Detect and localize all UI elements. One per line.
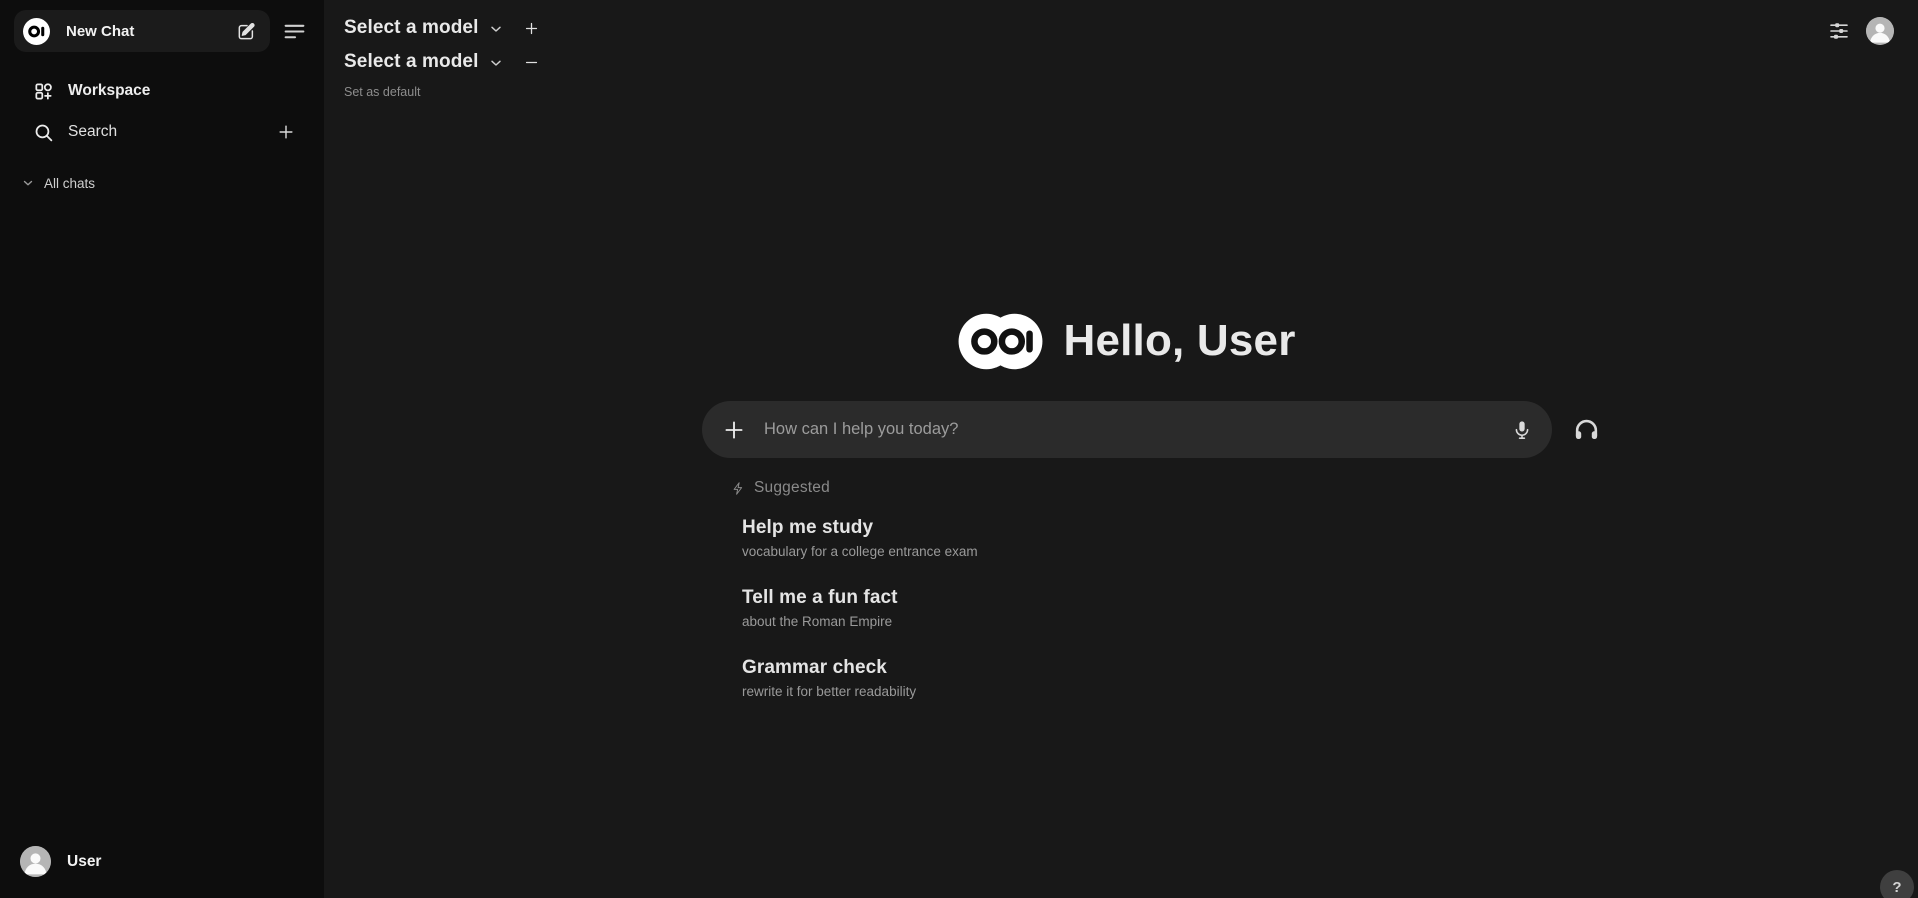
new-chat-button[interactable]: New Chat	[14, 10, 270, 52]
suggestion-item[interactable]: Grammar check rewrite it for better read…	[742, 654, 1552, 702]
center-column: Hello, User	[702, 312, 1552, 724]
plus-icon	[276, 122, 296, 142]
voice-call-button[interactable]	[1568, 412, 1604, 448]
plus-icon	[721, 417, 747, 443]
new-chat-label: New Chat	[66, 23, 134, 40]
squares-plus-icon	[33, 81, 54, 102]
chat-controls-button[interactable]	[1827, 19, 1851, 43]
sidebar-nav: Workspace Search	[0, 60, 324, 196]
plus-icon	[523, 20, 540, 37]
headphones-icon	[1573, 417, 1600, 444]
microphone-icon	[1511, 419, 1533, 441]
new-folder-button[interactable]	[276, 122, 296, 142]
add-model-button[interactable]	[518, 15, 544, 41]
chevron-down-icon	[21, 176, 35, 190]
account-menu-button[interactable]	[1866, 17, 1894, 45]
sidebar-footer: User	[0, 829, 324, 898]
model-selector-primary[interactable]: Select a model	[344, 11, 544, 45]
workspace-label: Workspace	[68, 82, 150, 100]
sidebar-item-workspace[interactable]: Workspace	[8, 71, 316, 111]
prompt-input-container[interactable]	[702, 401, 1552, 458]
chevron-down-icon	[488, 55, 504, 71]
sidebar-header: New Chat	[0, 0, 324, 60]
suggestion-item[interactable]: Tell me a fun fact about the Roman Empir…	[742, 584, 1552, 632]
question-mark-icon: ?	[1892, 879, 1901, 896]
model-selector-secondary[interactable]: Select a model	[344, 45, 544, 79]
suggestion-title: Grammar check	[742, 654, 1552, 681]
attach-button[interactable]	[716, 412, 752, 448]
sidebar-item-search[interactable]: Search	[8, 112, 316, 152]
model-selector-primary-label: Select a model	[344, 17, 478, 39]
menu-lines-icon	[282, 19, 307, 44]
model-selectors: Select a model Select a model	[344, 11, 544, 99]
suggestion-subtitle: rewrite it for better readability	[742, 681, 1552, 702]
search-label: Search	[68, 123, 117, 141]
prompt-input[interactable]	[764, 420, 1494, 439]
greeting: Hello, User	[702, 312, 1552, 370]
suggestion-item[interactable]: Help me study vocabulary for a college e…	[742, 514, 1552, 562]
greeting-text: Hello, User	[1063, 316, 1295, 366]
sliders-icon	[1827, 19, 1851, 43]
suggestion-list: Help me study vocabulary for a college e…	[731, 514, 1552, 702]
open-webui-logo-icon	[958, 313, 1043, 370]
model-selector-secondary-label: Select a model	[344, 51, 478, 73]
voice-input-button[interactable]	[1504, 412, 1540, 448]
prompt-input-row	[702, 401, 1552, 458]
suggested-header: Suggested	[731, 478, 1552, 498]
help-button[interactable]: ?	[1880, 870, 1914, 898]
chevron-down-icon	[488, 21, 504, 37]
user-name: User	[67, 853, 101, 871]
remove-model-button[interactable]	[518, 49, 544, 75]
set-as-default-button[interactable]: Set as default	[344, 85, 420, 99]
all-chats-toggle[interactable]: All chats	[0, 170, 324, 196]
sidebar-toggle-button[interactable]	[280, 17, 308, 45]
search-icon	[33, 122, 54, 143]
user-avatar	[20, 846, 51, 877]
all-chats-label: All chats	[44, 176, 95, 191]
app-logo-icon	[23, 18, 50, 45]
minus-icon	[523, 54, 540, 71]
user-avatar	[1866, 17, 1894, 45]
suggestion-title: Tell me a fun fact	[742, 584, 1552, 611]
user-menu-button[interactable]: User	[14, 841, 310, 882]
suggestion-subtitle: vocabulary for a college entrance exam	[742, 541, 1552, 562]
lightning-bolt-icon	[731, 481, 746, 496]
suggested-label: Suggested	[754, 479, 830, 497]
top-right-controls	[1827, 17, 1894, 45]
sidebar: New Chat	[0, 0, 324, 898]
suggested-section: Suggested Help me study vocabulary for a…	[702, 478, 1552, 702]
pencil-square-icon	[236, 21, 257, 42]
suggestion-title: Help me study	[742, 514, 1552, 541]
suggestion-subtitle: about the Roman Empire	[742, 611, 1552, 632]
open-webui-app: New Chat	[0, 0, 1918, 898]
